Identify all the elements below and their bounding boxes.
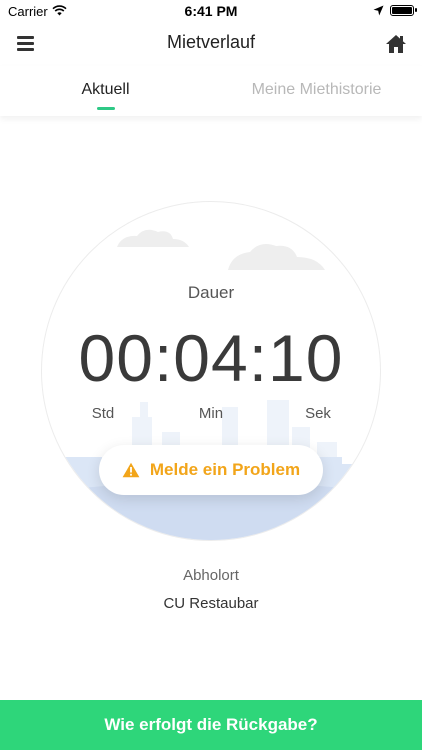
pickup-location-value: CU Restaubar: [163, 595, 259, 612]
menu-icon: [17, 36, 34, 39]
duration-label: Dauer: [187, 283, 235, 302]
status-bar: Carrier 6:41 PM: [0, 0, 422, 22]
battery-icon: [390, 5, 417, 16]
location-arrow-icon: [373, 4, 384, 19]
page-title: Mietverlauf: [166, 32, 256, 52]
home-button[interactable]: [384, 32, 408, 56]
menu-icon-bar: [17, 42, 34, 45]
clock: 6:41 PM: [184, 3, 238, 19]
nav-bar: Mietverlauf: [0, 22, 422, 66]
tab-current[interactable]: Aktuell: [0, 81, 211, 99]
menu-icon-bar: [17, 48, 34, 51]
report-problem-button[interactable]: Melde ein Problem: [99, 445, 323, 495]
return-instructions-button[interactable]: Wie erfolgt die Rückgabe?: [0, 700, 422, 750]
return-instructions-label: Wie erfolgt die Rückgabe?: [104, 715, 318, 734]
tab-bar: Aktuell Meine Miethistorie: [0, 66, 422, 116]
elapsed-time: 00:04:10: [78, 321, 344, 395]
menu-button[interactable]: [14, 32, 38, 56]
home-icon: [386, 35, 406, 53]
active-tab-indicator: [97, 107, 115, 110]
tab-history[interactable]: Meine Miethistorie: [211, 81, 422, 99]
minutes-unit: Min: [198, 405, 224, 422]
report-problem-label: Melde ein Problem: [149, 460, 301, 479]
hours-unit: Std: [91, 405, 115, 422]
pickup-location-label: Abholort: [183, 567, 239, 584]
seconds-unit: Sek: [305, 405, 331, 422]
warning-icon: [122, 462, 140, 478]
